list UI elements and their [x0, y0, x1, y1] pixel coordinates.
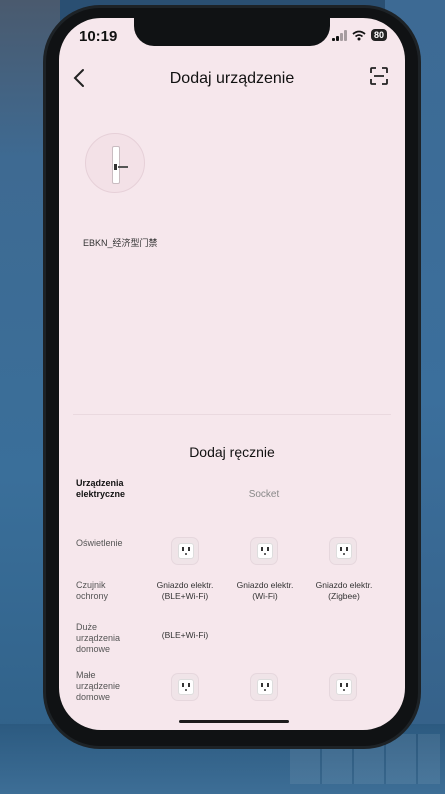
battery-indicator: 80 — [370, 29, 387, 41]
product-tile-socket-zigbee[interactable] — [330, 538, 356, 564]
discovered-device-name: EBKN_经济型门禁 — [83, 238, 158, 248]
socket-icon — [336, 679, 352, 695]
product-label-socket-zigbee: Gniazdo elektr. (Zigbee) — [315, 580, 373, 601]
socket-icon — [178, 543, 194, 559]
product-tile-row2-1[interactable] — [172, 674, 198, 700]
category-large-appliances[interactable]: Duże urządzenia domowe — [76, 622, 132, 655]
manual-add-title: Dodaj ręcznie — [189, 444, 275, 460]
socket-icon — [257, 543, 273, 559]
section-label-socket: Socket — [248, 489, 280, 500]
discovered-device-card[interactable] — [85, 133, 145, 193]
product-tile-row2-3[interactable] — [330, 674, 356, 700]
socket-icon — [178, 679, 194, 695]
category-security-sensor[interactable]: Czujnik ochrony — [76, 580, 126, 602]
app-screen: 10:19 80 Dodaj urządzenie EBKN_经济型门禁 Dod… — [59, 18, 405, 730]
signal-icon — [331, 29, 347, 41]
product-tile-socket-ble-wifi[interactable] — [172, 538, 198, 564]
product-tile-socket-wifi[interactable] — [251, 538, 277, 564]
category-electrical-devices[interactable]: Urządzenia elektryczne — [76, 478, 142, 500]
notch — [134, 18, 330, 46]
category-small-appliances[interactable]: Małe urządzenie domowe — [76, 670, 132, 703]
category-lighting[interactable]: Oświetlenie — [76, 538, 123, 549]
status-icons: 80 — [331, 29, 387, 41]
section-divider — [73, 414, 391, 415]
socket-icon — [336, 543, 352, 559]
scan-icon — [370, 67, 388, 85]
product-tile-row2-2[interactable] — [251, 674, 277, 700]
page-title: Dodaj urządzenie — [169, 70, 295, 87]
wifi-icon — [352, 30, 366, 40]
lock-knob — [114, 164, 117, 170]
status-time: 10:19 — [79, 28, 118, 45]
product-label-socket-wifi: Gniazdo elektr. (Wi-Fi) — [236, 580, 294, 601]
product-label-extra: (BLE+Wi-Fi) — [161, 630, 209, 640]
socket-icon — [257, 679, 273, 695]
lock-handle — [118, 166, 128, 168]
home-indicator[interactable] — [179, 720, 289, 723]
product-label-socket-ble-wifi: Gniazdo elektr. (BLE+Wi-Fi) — [156, 580, 214, 601]
scan-button[interactable] — [369, 66, 389, 86]
